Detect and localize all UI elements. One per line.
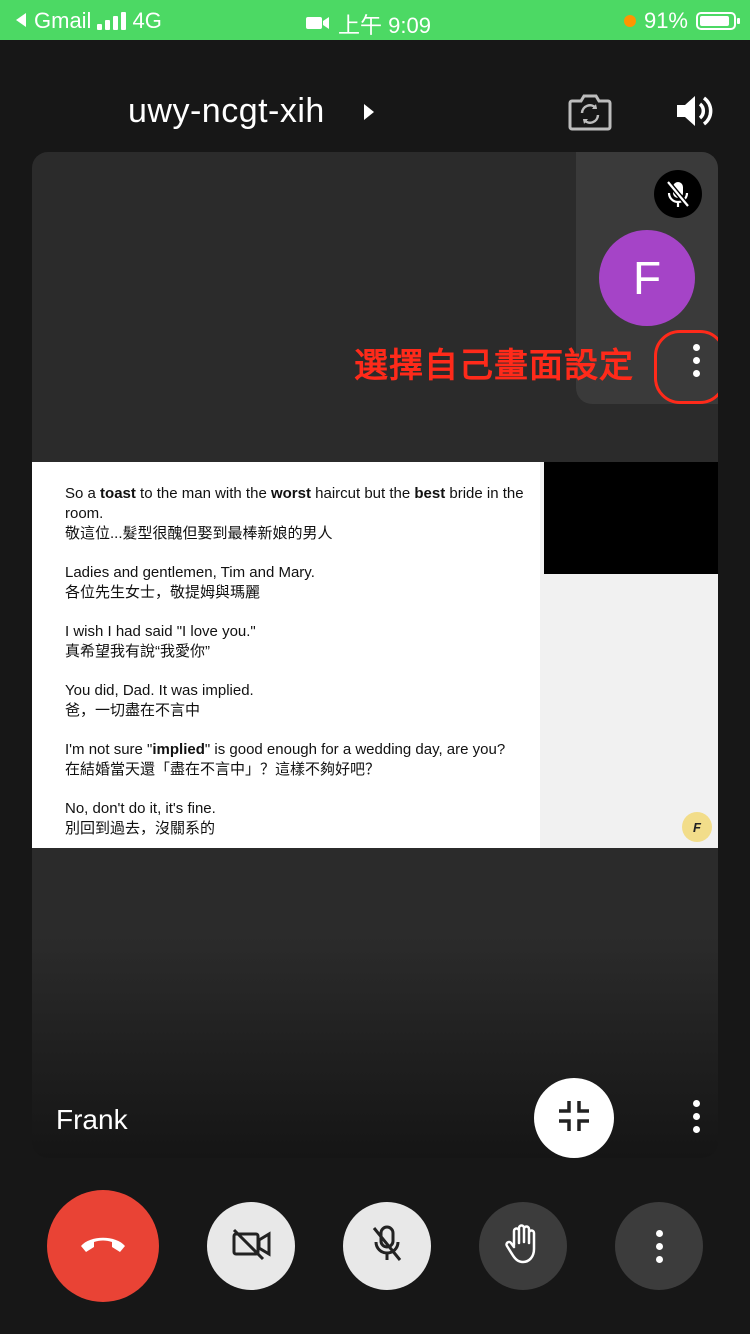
- subtitle-chinese: 敬這位...髮型很醜但娶到最棒新娘的男人: [65, 525, 333, 542]
- annotation-highlight-ring: [654, 330, 718, 404]
- meeting-header: uwy-ncgt-xih: [0, 80, 750, 144]
- minimize-button[interactable]: [534, 1078, 614, 1158]
- back-app-label[interactable]: Gmail: [34, 8, 91, 34]
- participant-name: Frank: [56, 1104, 128, 1135]
- status-right: 91%: [623, 8, 740, 34]
- call-controls: [0, 1190, 750, 1302]
- battery-icon: [696, 12, 740, 30]
- participant-tile[interactable]: So a toast to the man with the worst hai…: [32, 152, 718, 1158]
- signal-bars-icon: [97, 12, 127, 30]
- shared-screen-video-area: [544, 462, 718, 574]
- battery-percent: 91%: [643, 8, 688, 33]
- subtitle-block: Ladies and gentlemen, Tim and Mary. 各位先生女…: [65, 563, 535, 603]
- subtitle-block: I'm not sure "implied" is good enough fo…: [65, 740, 535, 780]
- mic-off-icon: [370, 1224, 404, 1269]
- camera-off-icon: [229, 1226, 273, 1267]
- meeting-code[interactable]: uwy-ncgt-xih: [128, 92, 325, 131]
- mic-off-icon: [654, 170, 702, 218]
- annotation-text: 選擇自己畫面設定: [354, 346, 634, 386]
- subtitle-chinese: 爸，一切盡在不言中: [65, 702, 201, 719]
- status-time: 上午 9:09: [338, 13, 431, 38]
- raise-hand-icon: [504, 1223, 542, 1270]
- phone-hangup-icon: [78, 1232, 128, 1261]
- mic-in-use-indicator: [623, 15, 636, 27]
- subtitle-english: I wish I had said "I love you.": [65, 623, 256, 640]
- status-left[interactable]: Gmail 4G: [14, 8, 162, 34]
- more-options-button[interactable]: [615, 1202, 703, 1290]
- subtitle-chinese: 真希望我有說“我愛你”: [65, 643, 210, 660]
- end-call-button[interactable]: [47, 1190, 159, 1302]
- subtitle-chinese: 在結婚當天還「盡在不言中」？這樣不夠好吧？: [65, 761, 381, 778]
- subtitle-block: You did, Dad. It was implied. 爸，一切盡在不言中: [65, 681, 535, 721]
- mic-toggle-button[interactable]: [343, 1202, 431, 1290]
- back-arrow-icon[interactable]: [14, 8, 28, 34]
- minimize-icon: [557, 1099, 591, 1138]
- subtitle-list: So a toast to the man with the worst hai…: [65, 484, 535, 858]
- status-bar: Gmail 4G 上午 9:09 91%: [0, 0, 750, 40]
- subtitle-english: No, don't do it, it's fine.: [65, 800, 216, 817]
- subtitle-block: No, don't do it, it's fine. 別回到過去，沒關系的: [65, 799, 535, 839]
- self-avatar: F: [599, 230, 695, 326]
- subtitle-english: So a toast to the man with the worst hai…: [65, 485, 524, 522]
- more-vertical-icon: [655, 1229, 663, 1263]
- subtitle-english: You did, Dad. It was implied.: [65, 682, 254, 699]
- channel-logo: F: [682, 812, 712, 842]
- subtitle-chinese: 別回到過去，沒關系的: [65, 820, 216, 837]
- subtitle-english: Ladies and gentlemen, Tim and Mary.: [65, 564, 315, 581]
- network-label: 4G: [132, 8, 162, 33]
- status-center: 上午 9:09: [306, 8, 431, 40]
- raise-hand-button[interactable]: [479, 1202, 567, 1290]
- subtitle-block: So a toast to the man with the worst hai…: [65, 484, 535, 544]
- subtitle-chinese: 各位先生女士，敬提姆與瑪麗: [65, 584, 261, 601]
- switch-camera-icon[interactable]: [568, 93, 612, 136]
- video-camera-icon: [306, 11, 330, 37]
- subtitle-english: I'm not sure "implied" is good enough fo…: [65, 741, 506, 758]
- camera-toggle-button[interactable]: [207, 1202, 295, 1290]
- participant-more-icon[interactable]: [682, 1096, 710, 1136]
- shared-screen: So a toast to the man with the worst hai…: [32, 462, 718, 848]
- subtitle-block: I wish I had said "I love you." 真希望我有說“我愛…: [65, 622, 535, 662]
- speaker-icon[interactable]: [674, 92, 714, 135]
- meeting-info-arrow-icon[interactable]: [362, 102, 376, 127]
